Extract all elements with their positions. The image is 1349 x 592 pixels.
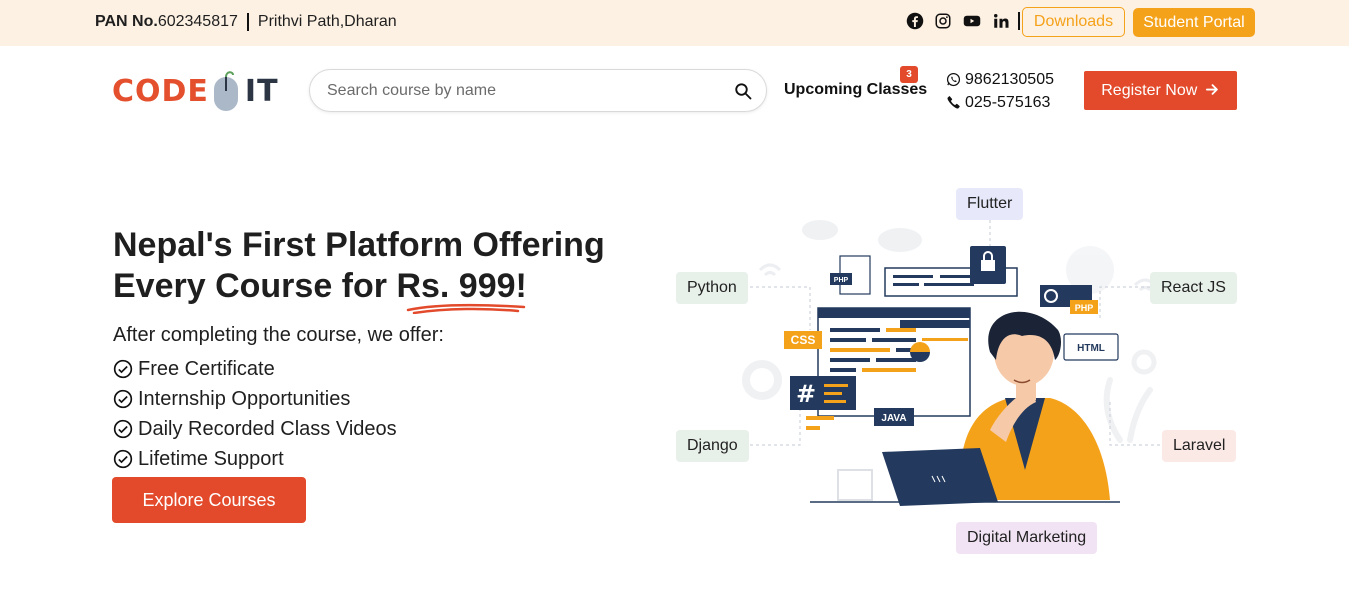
instagram-icon[interactable] [934,12,952,30]
hero-title-line2: Every Course for Rs. 999! [113,266,633,314]
offer-intro: After completing the course, we offer: [113,324,444,346]
list-item: Lifetime Support [113,444,397,474]
check-circle-icon [113,449,133,469]
php-tag-label: PHP [1075,303,1094,313]
youtube-icon[interactable] [962,12,982,30]
search-input[interactable] [327,80,707,102]
downloads-button[interactable]: Downloads [1022,7,1125,37]
course-chip-digital-marketing: Digital Marketing [956,522,1098,554]
top-bar: PAN No. 602345817 Prithvi Path,Dharan Do… [0,0,1349,46]
underline-squiggle-icon [407,303,526,314]
student-portal-button[interactable]: Student Portal [1133,8,1255,37]
pan-label: PAN No. [95,13,158,30]
css-tag-label: CSS [791,333,816,347]
price-text: Rs. 999! [396,267,527,305]
logo[interactable]: CODE IT [112,68,294,114]
upcoming-count-badge: 3 [900,66,918,83]
list-item: Internship Opportunities [113,384,397,414]
offer-label: Daily Recorded Class Videos [138,417,397,440]
course-chip-django: Django [676,430,749,462]
price-highlight: Rs. 999! [396,266,527,314]
logo-it-text: IT [244,73,279,109]
course-chip-flutter: Flutter [956,188,1024,220]
register-label: Register Now [1101,82,1198,99]
course-chip-laravel: Laravel [1162,430,1237,462]
facebook-icon[interactable] [906,12,924,30]
phone-number[interactable]: 025-575163 [965,94,1050,112]
check-circle-icon [113,419,133,439]
hero-title: Nepal's First Platform Offering Every Co… [113,225,633,314]
check-circle-icon [113,359,133,379]
offer-list: Free Certificate Internship Opportunitie… [113,354,397,474]
address: Prithvi Path,Dharan [257,13,397,30]
php-tag-label: PHP [834,277,849,284]
company-info: PAN No. 602345817 Prithvi Path,Dharan [95,13,397,31]
phone-icon [947,96,960,109]
logo-code-text: CODE [112,73,209,109]
contact-numbers: 9862130505 025-575163 [946,69,1054,115]
upcoming-classes-link[interactable]: Upcoming Classes [784,81,927,99]
list-item: Free Certificate [113,354,397,384]
social-links [906,12,1020,30]
search-bar [309,69,767,112]
mouse-logo-icon [213,71,238,111]
html-tag-label: HTML [1077,343,1105,354]
search-icon[interactable] [734,82,752,100]
whatsapp-number[interactable]: 9862130505 [965,71,1054,89]
hero-title-line1: Nepal's First Platform Offering [113,226,605,264]
hash-icon: # [796,380,816,408]
pan-number: 602345817 [157,13,238,30]
java-tag-label: JAVA [881,413,906,424]
offer-label: Internship Opportunities [138,387,351,410]
hero-title-prefix: Every Course for [113,267,397,305]
explore-courses-button[interactable]: Explore Courses [112,477,306,523]
arrow-right-icon [1205,84,1218,95]
offer-label: Lifetime Support [138,447,284,470]
course-chip-python: Python [676,272,748,304]
whatsapp-icon [946,72,961,87]
course-chip-react: React JS [1150,272,1237,304]
divider [246,13,249,31]
check-circle-icon [113,389,133,409]
divider [1018,12,1020,30]
list-item: Daily Recorded Class Videos [113,414,397,444]
offer-label: Free Certificate [138,357,275,380]
hero-illustration: PHP PHP CSS # JAVA HTML [742,220,1160,506]
register-now-button[interactable]: Register Now [1084,71,1237,110]
linkedin-icon[interactable] [992,12,1010,30]
